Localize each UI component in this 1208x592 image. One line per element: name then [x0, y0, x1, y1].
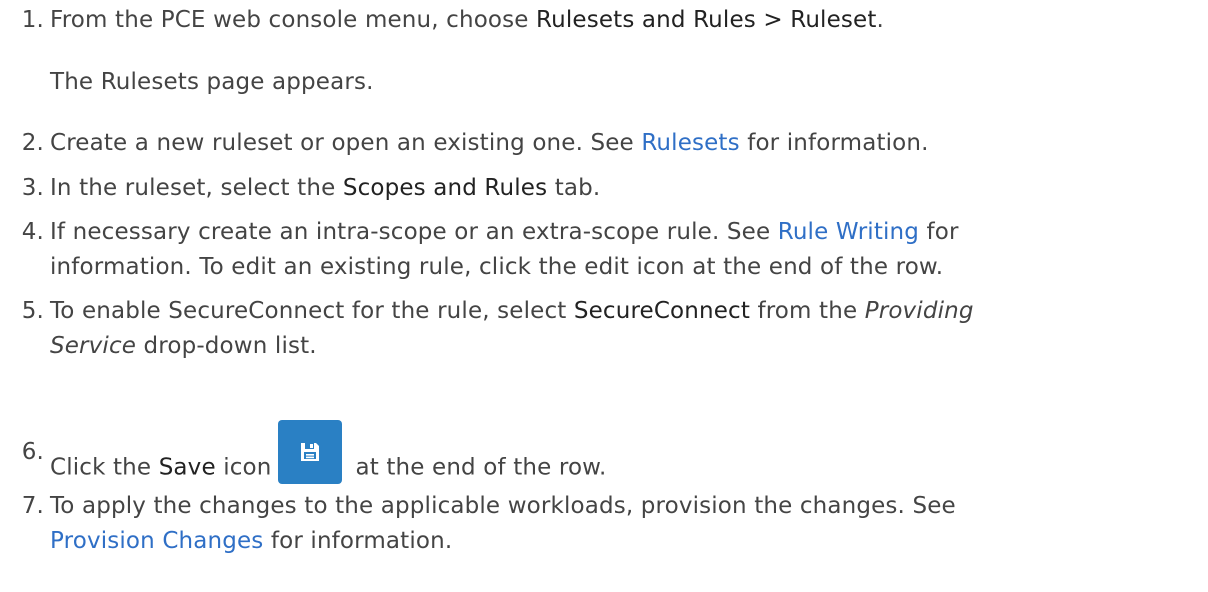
step-number: 3. [21, 175, 44, 201]
instructions-document: 1. From the PCE web console menu, choose… [0, 0, 1208, 592]
step-number: 2. [21, 130, 44, 156]
step-text: To apply the changes to the applicable w… [50, 493, 956, 519]
icon-name: Save [158, 454, 216, 481]
rulesets-link[interactable]: Rulesets [641, 130, 739, 156]
save-icon [277, 420, 342, 484]
menu-path: Rulesets and Rules > Ruleset [536, 7, 877, 33]
step-text: for information. [263, 528, 453, 554]
step-text: at the end of the row. [355, 454, 607, 481]
step-number: 4. [21, 219, 44, 245]
step-text: icon [215, 454, 272, 481]
step-text: for information. [739, 130, 929, 156]
field-name: Providing [864, 298, 974, 324]
field-name: Service [50, 333, 137, 359]
provision-changes-link[interactable]: Provision Changes [50, 528, 263, 554]
step-text: from the [750, 298, 865, 324]
step-text: Create a new ruleset or open an existing… [50, 130, 642, 156]
step-text: drop-down list. [136, 333, 317, 359]
step-text: Click the [50, 454, 159, 481]
step-text: To enable SecureConnect for the rule, se… [50, 298, 574, 324]
option-name: SecureConnect [573, 298, 750, 324]
step-text: If necessary create an intra-scope or an… [50, 219, 778, 245]
step-text: tab. [547, 175, 601, 201]
tab-name: Scopes and Rules [342, 175, 548, 201]
step-text: for [919, 219, 959, 245]
rule-writing-link[interactable]: Rule Writing [778, 219, 919, 245]
step-text: . [876, 7, 884, 33]
step-text: In the ruleset, select the [50, 175, 343, 201]
step-number: 1. [21, 7, 44, 33]
step-text: information. To edit an existing rule, c… [50, 254, 944, 280]
step-number: 5. [21, 298, 44, 324]
step-number: 7. [21, 493, 44, 519]
result-text: The Rulesets page appears. [50, 69, 374, 95]
step-number: 6. [21, 439, 44, 465]
step-text: From the PCE web console menu, choose [50, 7, 537, 33]
